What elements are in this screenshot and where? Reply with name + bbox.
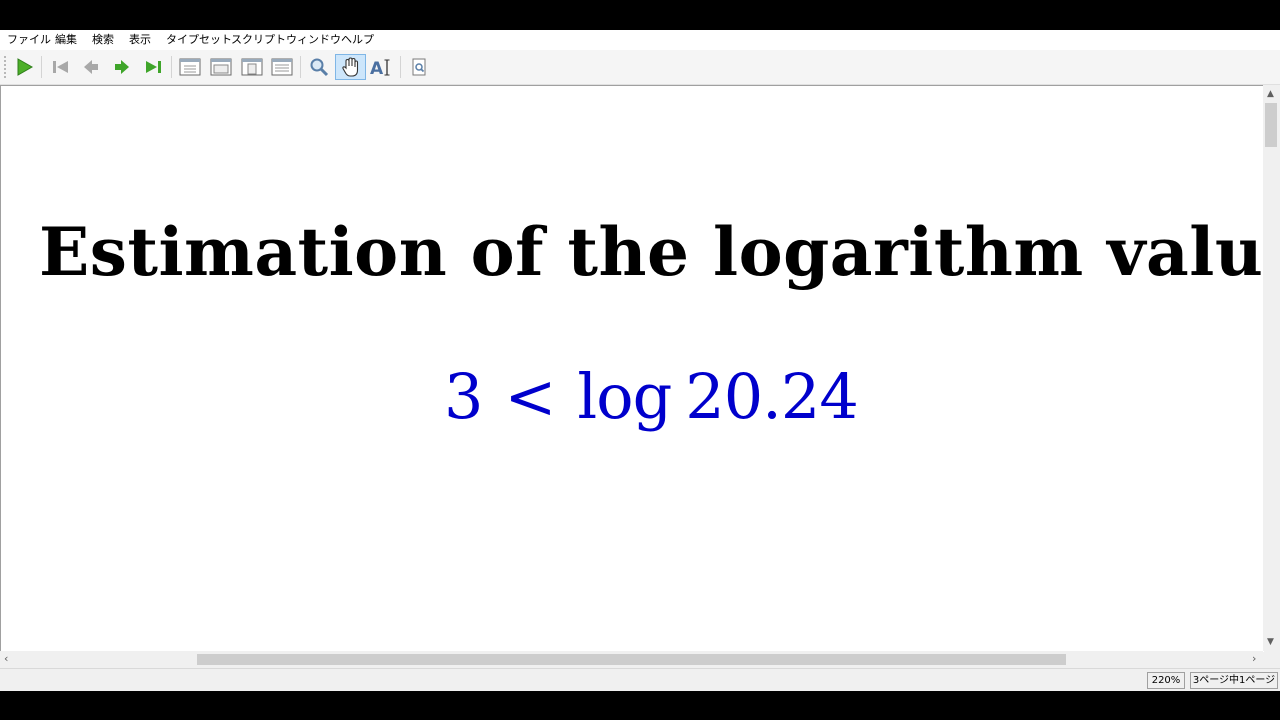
toolbar-separator [400, 56, 401, 78]
fit-actual-size-icon[interactable] [176, 54, 204, 80]
play-icon[interactable] [10, 54, 38, 80]
fit-window-icon[interactable] [238, 54, 266, 80]
text-select-icon[interactable]: A [367, 54, 395, 80]
scroll-right-icon[interactable]: › [1252, 653, 1256, 664]
scroll-down-icon[interactable]: ▼ [1267, 637, 1274, 647]
menu-script[interactable]: スクリプト [231, 33, 286, 47]
vertical-scroll-thumb[interactable] [1265, 103, 1277, 147]
page-indicator[interactable]: 3ページ中1ページ [1190, 672, 1278, 689]
toolbar-separator [171, 56, 172, 78]
menu-edit[interactable]: 編集 [55, 33, 77, 47]
last-page-icon[interactable] [140, 54, 168, 80]
horizontal-scrollbar[interactable]: ‹ › [0, 651, 1263, 668]
menu-search[interactable]: 検索 [92, 33, 114, 47]
toolbar-separator [300, 56, 301, 78]
menu-file[interactable]: ファイル [7, 33, 51, 47]
zoom-level[interactable]: 220% [1147, 672, 1185, 689]
scroll-up-icon[interactable]: ▲ [1267, 89, 1274, 99]
horizontal-scroll-thumb[interactable] [197, 654, 1066, 665]
svg-text:A: A [370, 59, 384, 77]
next-page-icon[interactable] [108, 54, 136, 80]
menu-view[interactable]: 表示 [129, 33, 151, 47]
menu-window[interactable]: ウィンドウ [286, 33, 341, 47]
document-title: Estimation of the logarithm value [39, 213, 1264, 291]
scroll-left-icon[interactable]: ‹ [4, 653, 8, 664]
menu-help[interactable]: ヘルプ [341, 33, 374, 47]
find-icon[interactable] [405, 54, 433, 80]
status-bar: 220% 3ページ中1ページ [0, 668, 1280, 691]
document-view[interactable]: Estimation of the logarithm value 3 < log 2… [0, 85, 1264, 652]
first-page-icon[interactable] [46, 54, 74, 80]
fit-page-icon[interactable] [268, 54, 296, 80]
fit-width-icon[interactable] [207, 54, 235, 80]
vertical-scrollbar[interactable]: ▲ ▼ [1263, 85, 1280, 651]
math-formula: 3 < log 20.24 [444, 360, 859, 433]
formula-operator: < [504, 360, 556, 433]
formula-argument: 20.24 [685, 360, 858, 433]
hand-tool-icon[interactable] [335, 54, 366, 80]
previous-page-icon[interactable] [77, 54, 105, 80]
menu-typeset[interactable]: タイプセット [166, 33, 232, 47]
magnifier-icon[interactable] [305, 54, 333, 80]
formula-log: log [577, 360, 672, 433]
formula-left-operand: 3 [444, 360, 483, 433]
toolbar-grip[interactable] [4, 56, 9, 78]
toolbar: A [0, 50, 1280, 85]
menu-bar: ファイル 編集 検索 表示 タイプセット スクリプト ウィンドウ ヘルプ [0, 30, 1280, 50]
toolbar-separator [41, 56, 42, 78]
pdf-viewer-window: ファイル 編集 検索 表示 タイプセット スクリプト ウィンドウ ヘルプ A E… [0, 30, 1280, 691]
